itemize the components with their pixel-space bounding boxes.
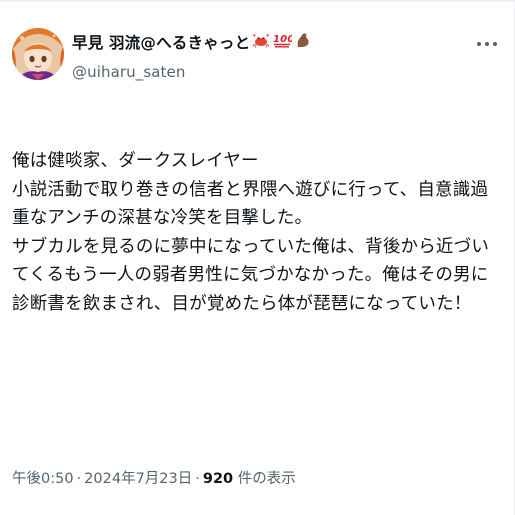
tweet-text: 俺は健啖家、ダークスレイヤー 小説活動で取り巻きの信者と界隈へ遊びに行って、自意…: [12, 147, 504, 318]
crab-emoji-icon: [252, 31, 270, 55]
avatar[interactable]: [12, 28, 64, 80]
100-emoji-icon: 100: [272, 31, 295, 55]
tweet-card: 早見 羽流@へるきゃっと 100: [0, 0, 515, 515]
author-names: 早見 羽流@へるきゃっと 100: [72, 31, 312, 82]
views-count[interactable]: 920: [203, 471, 233, 487]
more-dot-icon: [485, 42, 489, 46]
meta-separator: ·: [195, 471, 200, 487]
meta-separator: ·: [76, 471, 82, 487]
more-options-button[interactable]: [477, 40, 497, 48]
display-name[interactable]: 早見 羽流@へるきゃっと: [72, 32, 250, 54]
more-dot-icon: [477, 42, 481, 46]
tweet-time[interactable]: 午後0:50: [12, 471, 74, 487]
tweet-date[interactable]: 2024年7月23日: [84, 471, 192, 487]
tweet-meta: 午後0:50 · 2024年7月23日 · 920 件の表示: [12, 468, 296, 490]
tweet-text-line: サブカルを見るのに夢中になっていた俺は、背後から近づいてくるもう一人の弱者男性に…: [12, 236, 490, 314]
more-dot-icon: [493, 42, 497, 46]
display-name-row[interactable]: 早見 羽流@へるきゃっと 100: [72, 31, 312, 55]
views-label[interactable]: 件の表示: [238, 471, 296, 487]
flexed-biceps-emoji-icon: [294, 31, 312, 55]
top-divider: [0, 0, 515, 2]
user-handle[interactable]: @uiharu_saten: [72, 62, 312, 82]
tweet-header: 早見 羽流@へるきゃっと 100: [12, 27, 503, 107]
svg-text:100: 100: [273, 34, 292, 45]
tweet-text-line: 俺は健啖家、ダークスレイヤー: [12, 151, 259, 171]
tweet-text-line: 小説活動で取り巻きの信者と界隈へ遊びに行って、自意識過重なアンチの深甚な冷笑を目…: [12, 179, 489, 229]
avatar-illustration: [12, 28, 64, 80]
